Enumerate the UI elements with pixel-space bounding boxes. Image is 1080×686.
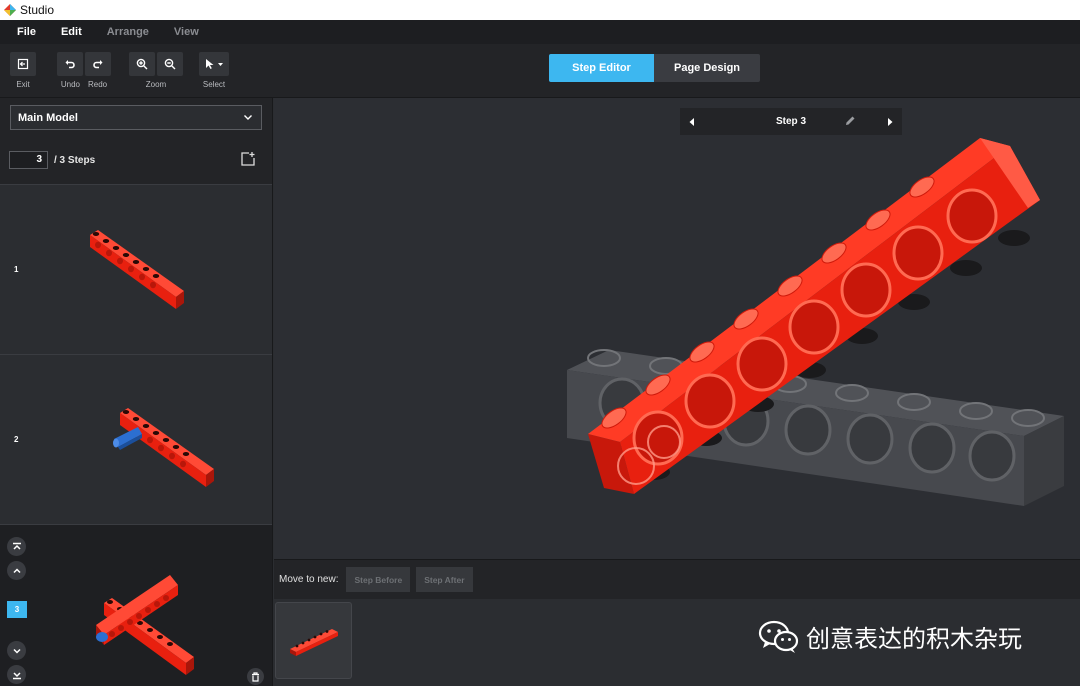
menu-bar: File Edit Arrange View xyxy=(0,20,1080,44)
zoom-label: Zoom xyxy=(145,80,167,89)
studio-logo-icon xyxy=(4,4,16,16)
undo-label: Undo xyxy=(60,80,80,89)
step-thumbnail-3[interactable]: 3 xyxy=(0,524,272,686)
tab-page-design[interactable]: Page Design xyxy=(654,54,760,82)
chevron-down-icon xyxy=(244,115,252,120)
double-chevron-down-icon xyxy=(12,671,21,679)
next-step-button[interactable] xyxy=(7,641,26,660)
step-thumbnail-1[interactable]: 1 xyxy=(0,184,272,354)
3d-model-render xyxy=(567,138,1064,506)
model-select-value: Main Model xyxy=(18,111,78,124)
zoom-out-icon xyxy=(164,58,176,70)
move-to-new-label: Move to new: xyxy=(279,574,339,585)
exit-button[interactable] xyxy=(10,52,36,76)
zoom-in-button[interactable] xyxy=(129,52,155,76)
trash-icon xyxy=(252,671,259,682)
zoom-in-icon xyxy=(136,58,148,70)
undo-button[interactable] xyxy=(57,52,83,76)
last-step-button[interactable] xyxy=(7,665,26,684)
exit-label: Exit xyxy=(16,80,30,89)
select-arrow-icon xyxy=(206,59,223,69)
delete-step-button[interactable] xyxy=(247,668,264,685)
part-card[interactable] xyxy=(275,602,352,679)
current-step-badge: 3 xyxy=(7,601,27,618)
redo-icon xyxy=(93,60,103,69)
window-title: Studio xyxy=(20,3,55,17)
menu-view[interactable]: View xyxy=(169,26,211,38)
menu-file[interactable]: File xyxy=(12,26,48,38)
menu-edit[interactable]: Edit xyxy=(56,26,94,38)
step-number: 2 xyxy=(14,435,19,444)
previous-step-button[interactable] xyxy=(7,561,26,580)
double-chevron-up-icon xyxy=(12,542,21,550)
step-thumbnail-2[interactable]: 2 xyxy=(0,354,272,524)
model-viewport[interactable]: Step 3 xyxy=(274,98,1080,559)
select-tool: Select xyxy=(199,52,229,89)
move-to-new-bar: Move to new: Step Before Step After xyxy=(274,559,1080,599)
select-button[interactable] xyxy=(199,52,229,76)
step-counter: 3 / 3 Steps xyxy=(9,151,95,169)
technic-brick-part-icon xyxy=(290,629,338,656)
mode-tabs: Step Editor Page Design xyxy=(549,54,760,82)
steps-sidebar: Main Model 3 / 3 Steps 1 2 3 xyxy=(0,98,273,686)
wechat-icon xyxy=(758,620,799,653)
assembled-model-thumbnail xyxy=(96,575,194,675)
add-step-icon[interactable] xyxy=(240,151,256,167)
exit-icon xyxy=(17,58,29,70)
brick-thumbnail xyxy=(90,230,184,309)
step-number: 1 xyxy=(14,265,19,274)
step-before-button[interactable]: Step Before xyxy=(346,567,411,592)
toolbar: Exit Undo Redo Zoom Select Step Editor P… xyxy=(0,44,1080,98)
select-label: Select xyxy=(202,80,226,89)
chevron-up-icon xyxy=(12,567,21,573)
watermark-text: 创意表达的积木杂玩 xyxy=(806,625,1022,653)
current-step-input[interactable]: 3 xyxy=(9,151,48,169)
redo-label: Redo xyxy=(88,80,108,89)
parts-list-bar: 创意表达的积木杂玩 xyxy=(274,599,1080,686)
undo-icon xyxy=(65,60,75,69)
tab-step-editor[interactable]: Step Editor xyxy=(549,54,654,82)
zoom-tool: Zoom xyxy=(129,52,183,89)
steps-total-label: / 3 Steps xyxy=(54,154,96,166)
brick-with-axle-thumbnail xyxy=(113,408,214,487)
redo-button[interactable] xyxy=(85,52,111,76)
step-after-button[interactable]: Step After xyxy=(416,567,473,592)
window-titlebar: Studio xyxy=(0,0,1080,20)
model-select[interactable]: Main Model xyxy=(10,105,262,130)
menu-arrange[interactable]: Arrange xyxy=(102,26,161,38)
exit-tool: Exit xyxy=(10,52,36,89)
first-step-button[interactable] xyxy=(7,537,26,556)
undo-redo-tool: Undo Redo xyxy=(57,52,111,89)
zoom-out-button[interactable] xyxy=(157,52,183,76)
chevron-down-icon xyxy=(12,648,21,654)
watermark: 创意表达的积木杂玩 xyxy=(758,619,1022,654)
